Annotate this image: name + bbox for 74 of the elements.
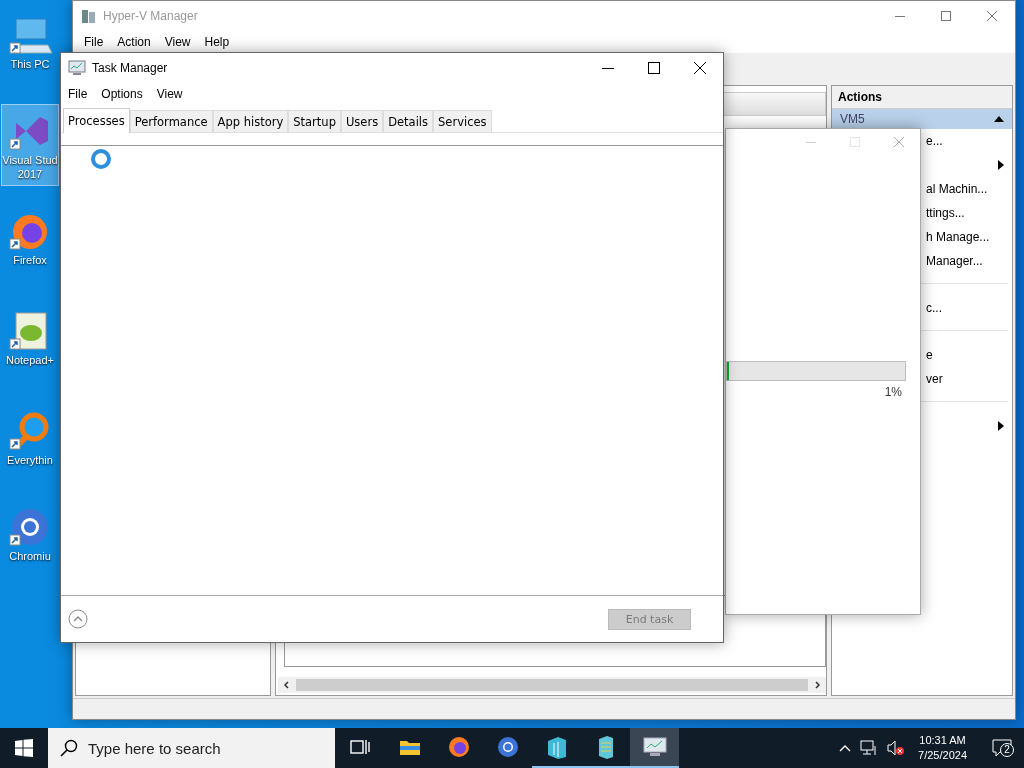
menu-item[interactable]: File bbox=[61, 87, 95, 101]
tab[interactable]: Processes bbox=[63, 108, 130, 133]
icon-label: Notepad+ bbox=[6, 353, 54, 367]
close-icon bbox=[694, 62, 706, 74]
menu-item[interactable]: View bbox=[157, 35, 198, 49]
actions-list-entry[interactable]: e bbox=[926, 348, 933, 362]
horizontal-scrollbar[interactable] bbox=[278, 677, 826, 693]
desktop-shortcut[interactable]: This PC bbox=[1, 8, 59, 76]
actions-list-entry[interactable]: e... bbox=[926, 134, 943, 148]
menu-item[interactable]: Action bbox=[110, 35, 158, 49]
network-icon[interactable] bbox=[860, 740, 879, 756]
monitor-chart-icon bbox=[642, 737, 667, 757]
search-icon bbox=[60, 739, 78, 757]
icon-label: This PC bbox=[10, 57, 50, 71]
server-tower-icon bbox=[596, 735, 615, 759]
icon-label: Chromiu bbox=[9, 549, 51, 563]
icon-label: Visual Stud bbox=[2, 153, 58, 167]
menu-item[interactable]: Help bbox=[197, 35, 237, 49]
menu-item[interactable]: Options bbox=[94, 87, 150, 101]
tab[interactable]: Users bbox=[340, 110, 384, 132]
chevron-up-icon[interactable] bbox=[839, 744, 852, 752]
server-stack-icon bbox=[545, 735, 568, 759]
submenu-arrow-icon[interactable] bbox=[998, 421, 1004, 431]
pane-header: Actions bbox=[832, 86, 1012, 109]
tab[interactable]: Details bbox=[383, 110, 434, 132]
window-title: Hyper-V Manager bbox=[103, 9, 198, 23]
actions-list-entry[interactable]: h Manage... bbox=[926, 230, 990, 244]
task-view-icon bbox=[350, 738, 370, 756]
desktop-shortcut[interactable]: Notepad+ bbox=[1, 304, 59, 372]
collapse-up-icon[interactable] bbox=[68, 609, 88, 629]
group-header[interactable]: VM5 bbox=[832, 109, 1012, 129]
server-icon bbox=[81, 8, 97, 24]
close-icon bbox=[987, 11, 997, 21]
desktop-shortcut[interactable]: Everythin bbox=[1, 404, 59, 472]
clock[interactable]: 10:31 AM 7/25/2024 bbox=[914, 733, 971, 763]
tab[interactable]: Performance bbox=[129, 110, 213, 132]
maximize-icon bbox=[941, 11, 951, 21]
clock-time: 10:31 AM bbox=[919, 733, 966, 748]
group-title: VM5 bbox=[840, 112, 865, 126]
maximize-icon bbox=[648, 62, 660, 74]
windows-logo-icon bbox=[15, 739, 33, 757]
desktop-shortcut[interactable]: Chromiu bbox=[1, 500, 59, 568]
fox-globe-icon bbox=[447, 736, 470, 758]
actions-list-entry[interactable]: al Machin... bbox=[926, 182, 988, 196]
ring-globe-icon bbox=[496, 736, 519, 758]
volume-muted-icon[interactable] bbox=[887, 740, 906, 756]
search-field[interactable]: Type here to search bbox=[48, 728, 335, 768]
submenu-arrow-icon[interactable] bbox=[998, 160, 1004, 170]
message-icon bbox=[992, 739, 1012, 757]
actions-list-entry[interactable]: ttings... bbox=[926, 206, 965, 220]
tab[interactable]: Startup bbox=[288, 110, 341, 132]
tab[interactable]: Services bbox=[433, 110, 492, 132]
notification-button[interactable]: 2 bbox=[980, 728, 1024, 768]
icon-label: 2017 bbox=[17, 167, 43, 181]
actions-list-entry[interactable]: c... bbox=[926, 301, 942, 315]
window-title: Task Manager bbox=[92, 61, 168, 75]
icon-label: Firefox bbox=[13, 253, 47, 267]
tab[interactable]: App history bbox=[212, 110, 289, 132]
menu-item[interactable]: View bbox=[149, 87, 190, 101]
chevron-left-icon bbox=[282, 680, 292, 690]
desktop-shortcut[interactable]: Firefox bbox=[1, 204, 59, 272]
monitor-chart-icon bbox=[68, 60, 86, 76]
actions-list-entry[interactable]: Manager... bbox=[926, 254, 983, 268]
loading-spinner-icon bbox=[90, 148, 112, 170]
taskbar-app-button[interactable] bbox=[630, 728, 679, 768]
folder-icon bbox=[398, 738, 421, 756]
clock-date: 7/25/2024 bbox=[918, 748, 967, 763]
progress-percent: 1% bbox=[884, 385, 902, 399]
chevron-right-icon bbox=[812, 680, 822, 690]
collapse-up-icon bbox=[994, 116, 1004, 122]
notification-count: 2 bbox=[1000, 743, 1014, 757]
icon-label: Everythin bbox=[7, 453, 53, 467]
actions-list-entry[interactable]: ver bbox=[926, 372, 943, 386]
menu-item[interactable]: File bbox=[77, 35, 111, 49]
